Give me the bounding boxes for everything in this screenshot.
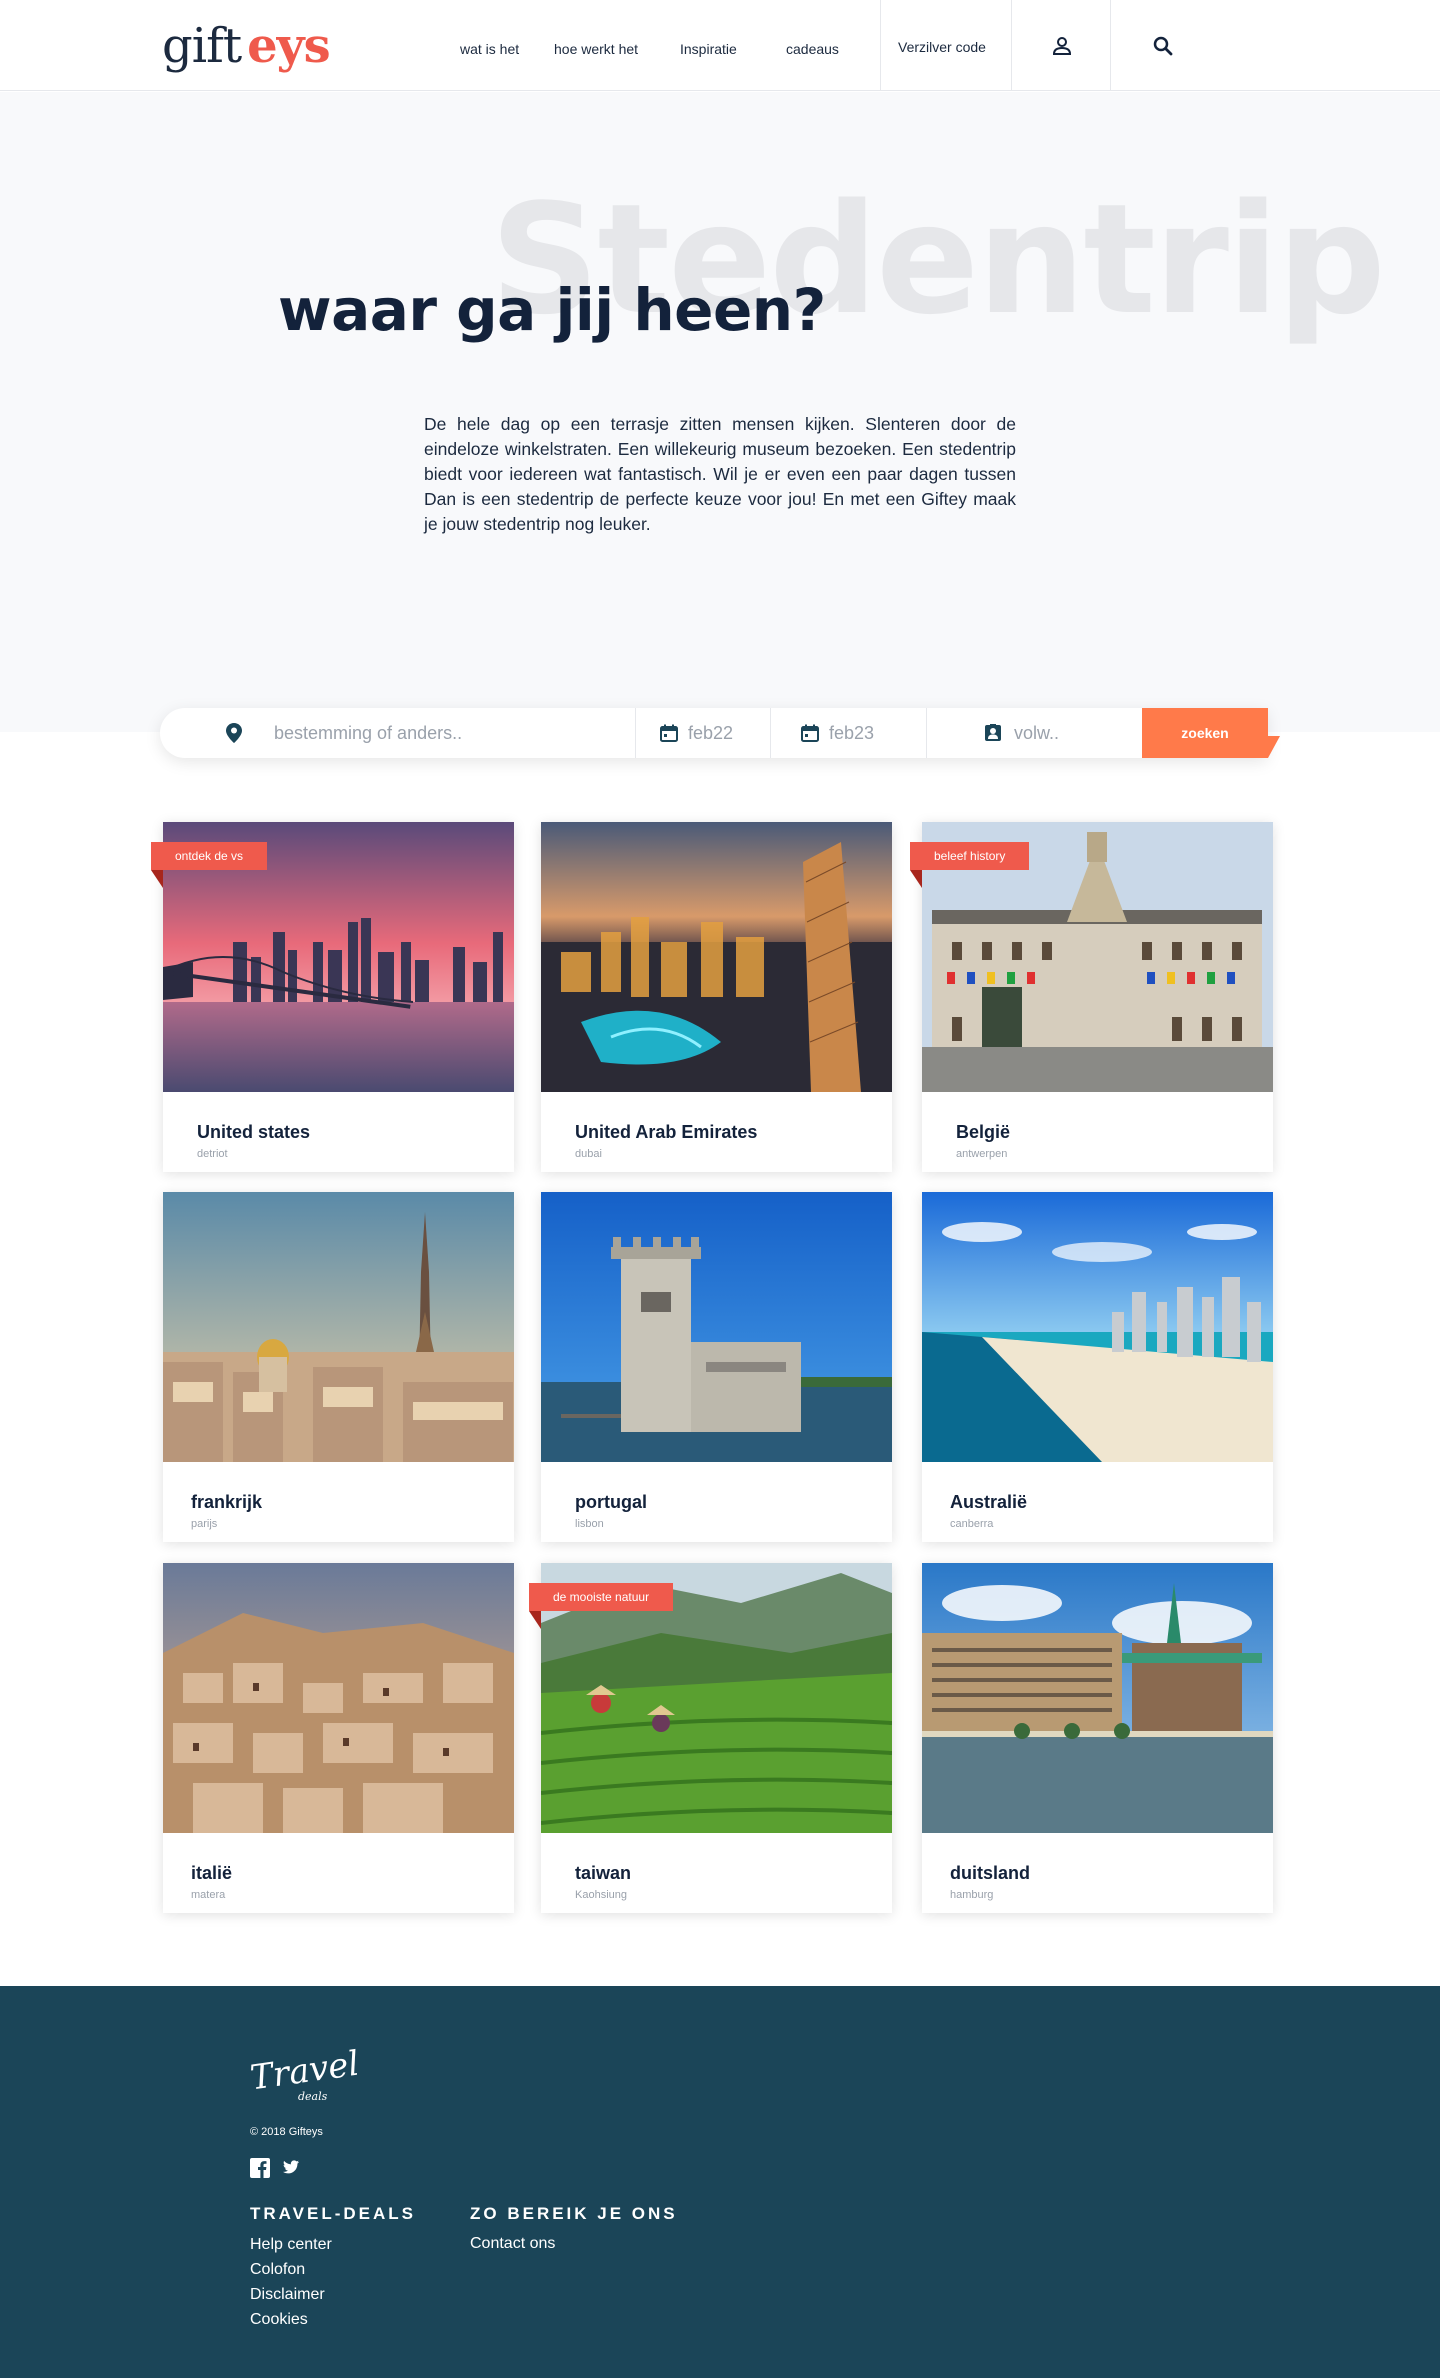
search-button-fold (1268, 736, 1280, 758)
destination-card[interactable]: ontdek de vs United states detriot (151, 822, 514, 1172)
card-subtitle: Kaohsiung (575, 1889, 627, 1901)
search-button[interactable]: zoeken (1142, 708, 1268, 758)
destination-card[interactable]: portugal lisbon (541, 1192, 892, 1542)
destination-card[interactable]: beleef history België antwerpen (910, 822, 1273, 1172)
nav-cadeaus[interactable]: cadeaus (786, 40, 839, 58)
card-subtitle: hamburg (950, 1889, 994, 1901)
card-title: United Arab Emirates (575, 1122, 758, 1142)
card-tag: de mooiste natuur (529, 1583, 674, 1611)
card-subtitle: detriot (197, 1148, 228, 1160)
location-pin-icon (226, 708, 242, 758)
card-tag: ontdek de vs (151, 842, 268, 870)
card-subtitle: antwerpen (956, 1148, 1008, 1160)
footer-heading-contact: ZO BEREIK JE ONS (470, 2204, 678, 2223)
card-tag-fold (529, 1611, 541, 1629)
search-bar: bestemming of anders.. feb22 feb23 volw.… (160, 708, 1280, 758)
calendar-icon (660, 724, 678, 742)
date-to-field[interactable]: feb23 (801, 708, 921, 758)
destination-card[interactable]: italië matera (163, 1563, 514, 1913)
header-divider (1011, 0, 1012, 91)
card-image-matera (163, 1563, 514, 1833)
logo[interactable]: gift eys (162, 18, 331, 74)
destination-card[interactable]: United Arab Emirates dubai (541, 822, 892, 1172)
card-title: portugal (575, 1492, 647, 1512)
hero-title: waar ga jij heen? (278, 276, 826, 344)
twitter-icon[interactable] (283, 2160, 303, 2180)
card-title: België (956, 1122, 1011, 1142)
header-divider (880, 0, 881, 91)
logo-part-gift: gift (162, 18, 242, 74)
copyright: © 2018 Gifteys (250, 2126, 323, 2138)
card-subtitle: canberra (950, 1518, 994, 1530)
card-subtitle: parijs (191, 1518, 218, 1530)
card-image-beach (922, 1192, 1273, 1462)
card-tag: beleef history (910, 842, 1030, 870)
user-icon[interactable] (1050, 34, 1074, 58)
footer-link-cookies[interactable]: Cookies (250, 2311, 308, 2329)
hero-text: De hele dag op een terrasje zitten mense… (424, 414, 1016, 534)
search-divider (770, 708, 771, 758)
people-placeholder: volw.. (1014, 722, 1060, 743)
card-image-dubai (541, 822, 892, 1092)
footer-heading-travel-deals: TRAVEL-DEALS (250, 2204, 417, 2223)
search-divider (926, 708, 927, 758)
date-to-value: feb23 (829, 722, 875, 743)
destination-card[interactable]: de mooiste natuur taiwan Kaohsiung (529, 1563, 892, 1913)
card-subtitle: matera (191, 1889, 226, 1901)
footer-link-help-center[interactable]: Help center (250, 2236, 332, 2254)
voucher-link[interactable]: Verzilver code (898, 39, 986, 55)
destination-card[interactable]: Australië canberra (922, 1192, 1273, 1542)
footer-link-disclaimer[interactable]: Disclaimer (250, 2286, 325, 2304)
destination-card[interactable]: frankrijk parijs (163, 1192, 514, 1542)
card-tag-fold (910, 870, 922, 888)
card-title: italië (191, 1863, 233, 1883)
header-divider (1110, 0, 1111, 91)
date-from-value: feb22 (688, 722, 734, 743)
calendar-icon (801, 724, 819, 742)
search-icon[interactable] (1151, 34, 1175, 58)
hero-section: Stedentrip waar ga jij heen? De hele dag… (0, 92, 1440, 732)
footer-link-colofon[interactable]: Colofon (250, 2261, 305, 2279)
search-button-label: zoeken (1181, 725, 1229, 741)
destination-placeholder: bestemming of anders.. (274, 722, 463, 743)
nav-wat-is-het[interactable]: wat is het (460, 40, 519, 58)
card-title: duitsland (950, 1863, 1030, 1883)
card-title: United states (197, 1122, 311, 1142)
site-footer: Travel deals © 2018 Gifteys TRAVEL-DEALS… (0, 1986, 1440, 2378)
card-subtitle: dubai (575, 1148, 602, 1160)
site-header: gift eys wat is het hoe werkt het Inspira… (0, 0, 1440, 91)
search-divider (635, 708, 636, 758)
person-badge-icon (984, 724, 1002, 742)
card-title: taiwan (575, 1863, 632, 1883)
card-image-belem-tower (541, 1192, 892, 1462)
card-title: frankrijk (191, 1492, 263, 1512)
nav-hoe-werkt-het[interactable]: hoe werkt het (554, 40, 638, 58)
card-image-paris (163, 1192, 514, 1462)
logo-part-eys: eys (247, 18, 330, 74)
date-from-field[interactable]: feb22 (660, 708, 770, 758)
people-field[interactable]: volw.. (984, 708, 1134, 758)
facebook-icon[interactable] (250, 2158, 270, 2178)
card-image-hamburg (922, 1563, 1273, 1833)
footer-logo-sub: deals (298, 2090, 328, 2103)
destination-card[interactable]: duitsland hamburg (922, 1563, 1273, 1913)
destination-input[interactable]: bestemming of anders.. (274, 708, 634, 758)
card-title: Australië (950, 1492, 1028, 1512)
footer-link-contact[interactable]: Contact ons (470, 2235, 555, 2253)
card-tag-fold (151, 870, 163, 888)
card-subtitle: lisbon (575, 1518, 604, 1530)
nav-inspiratie[interactable]: Inspiratie (680, 40, 737, 58)
